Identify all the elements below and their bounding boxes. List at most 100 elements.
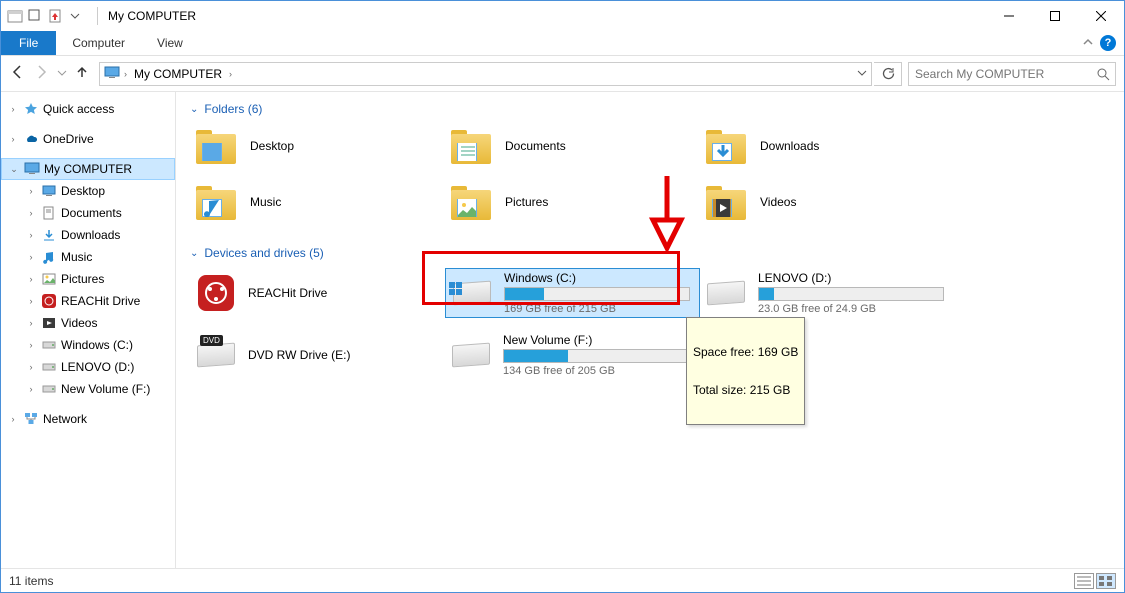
drive-subtext: 134 GB free of 205 GB [503,365,689,377]
videos-icon [41,315,57,331]
tiles-view-icon[interactable] [1096,573,1116,589]
file-tab[interactable]: File [1,31,56,55]
up-button[interactable] [73,63,91,84]
group-header-folders[interactable]: ⌄ Folders (6) [190,102,1110,116]
drive-usage-bar [758,287,944,301]
desktop-icon [41,183,57,199]
sidebar-item[interactable]: ›Music [1,246,175,268]
address-dropdown-icon[interactable] [857,67,867,81]
computer-tab[interactable]: Computer [56,31,141,55]
sidebar-item-quick-access[interactable]: › Quick access [1,98,175,120]
folder-item[interactable]: Documents [445,124,700,168]
sidebar-item[interactable]: › Windows (C:) [1,334,175,356]
separator [97,7,98,25]
chevron-right-icon[interactable]: › [25,318,37,328]
chevron-down-icon[interactable]: ⌄ [190,248,198,259]
recent-dropdown-icon[interactable] [57,67,67,81]
window-title: My COMPUTER [108,9,196,23]
tree-label: OneDrive [43,132,94,146]
navigation-pane[interactable]: › Quick access › OneDrive ⌄ My COMPUTER … [1,92,176,568]
breadcrumb[interactable]: My COMPUTER [131,67,225,81]
forward-button[interactable] [33,63,51,84]
qat-window-icon[interactable] [27,8,43,24]
content-pane[interactable]: ⌄ Folders (6) DesktopDocumentsDownloads M… [176,92,1124,568]
folder-item[interactable]: Downloads [700,124,955,168]
chevron-right-icon[interactable]: › [25,296,37,306]
device-item[interactable]: LENOVO (D:)23.0 GB free of 24.9 GB [700,268,955,318]
chevron-down-icon[interactable]: ⌄ [190,104,198,115]
title-bar: My COMPUTER [1,1,1124,31]
drive-usage-bar [503,349,689,363]
sidebar-item[interactable]: › REACHit Drive [1,290,175,312]
ribbon: File Computer View ? [1,31,1124,56]
sidebar-item[interactable]: › New Volume (F:) [1,378,175,400]
maximize-button[interactable] [1032,1,1078,31]
sidebar-item[interactable]: › Videos [1,312,175,334]
body: › Quick access › OneDrive ⌄ My COMPUTER … [1,92,1124,568]
sidebar-item[interactable]: › Documents [1,202,175,224]
device-label: DVD RW Drive (E:) [248,348,350,362]
refresh-button[interactable] [874,62,902,86]
search-input[interactable] [909,67,1091,81]
sidebar-item[interactable]: ›LENOVO (D:) [1,356,175,378]
device-label: Windows (C:) [504,271,690,285]
downloads-icon [41,227,57,243]
help-icon[interactable]: ? [1100,35,1116,51]
folder-label: Pictures [505,195,548,209]
chevron-icon[interactable]: › [229,69,232,79]
tree-label: New Volume (F:) [61,382,150,396]
sidebar-item[interactable]: ›Pictures [1,268,175,290]
device-item[interactable]: Windows (C:) 169 GB free of 215 GB [445,268,700,318]
tree-label: Quick access [43,102,114,116]
sidebar-item-my-computer[interactable]: ⌄ My COMPUTER [1,158,175,180]
chevron-right-icon[interactable]: › [25,384,37,394]
tree-label: REACHit Drive [61,294,140,308]
chevron-right-icon[interactable]: › [25,340,37,350]
folder-item[interactable]: Desktop [190,124,445,168]
drive-subtext: 169 GB free of 215 GB [504,303,690,315]
chevron-right-icon[interactable]: › [25,208,37,218]
chevron-right-icon[interactable]: › [25,252,37,262]
chevron-down-icon[interactable]: ⌄ [8,164,20,175]
chevron-icon[interactable]: › [124,69,127,79]
search-box[interactable] [908,62,1116,86]
address-bar[interactable]: › My COMPUTER › [99,62,872,86]
drive-icon: DVD [194,335,238,375]
collapse-ribbon-icon[interactable] [1082,36,1094,51]
sidebar-item[interactable]: ›Desktop [1,180,175,202]
chevron-right-icon[interactable]: › [25,274,37,284]
folder-item[interactable]: Videos [700,180,955,224]
minimize-button[interactable] [986,1,1032,31]
drive-subtext: 23.0 GB free of 24.9 GB [758,303,944,315]
app-icon [7,8,23,24]
music-icon [41,249,57,265]
qat-dropdown-icon[interactable] [67,8,83,24]
chevron-right-icon[interactable]: › [7,134,19,144]
tree-label: Windows (C:) [61,338,133,352]
folder-item[interactable]: Music [190,180,445,224]
back-button[interactable] [9,63,27,84]
sidebar-item-onedrive[interactable]: › OneDrive [1,128,175,150]
close-button[interactable] [1078,1,1124,31]
device-item[interactable]: DVD DVD RW Drive (E:) [190,330,445,380]
device-item[interactable]: New Volume (F:)134 GB free of 205 GB [445,330,700,380]
pictures-icon [41,271,57,287]
sidebar-item[interactable]: ›Downloads [1,224,175,246]
tree-label: Documents [61,206,122,220]
chevron-right-icon[interactable]: › [7,104,19,114]
tree-label: Videos [61,316,97,330]
properties-icon[interactable] [47,8,63,24]
folder-item[interactable]: Pictures [445,180,700,224]
view-switcher [1074,573,1116,589]
search-icon[interactable] [1091,67,1115,81]
chevron-right-icon[interactable]: › [7,414,19,424]
chevron-right-icon[interactable]: › [25,230,37,240]
star-icon [23,101,39,117]
device-item[interactable]: REACHit Drive [190,268,445,318]
details-view-icon[interactable] [1074,573,1094,589]
group-header-devices[interactable]: ⌄ Devices and drives (5) [190,246,1110,260]
chevron-right-icon[interactable]: › [25,362,37,372]
view-tab[interactable]: View [141,31,199,55]
sidebar-item-network[interactable]: › Network [1,408,175,430]
chevron-right-icon[interactable]: › [25,186,37,196]
